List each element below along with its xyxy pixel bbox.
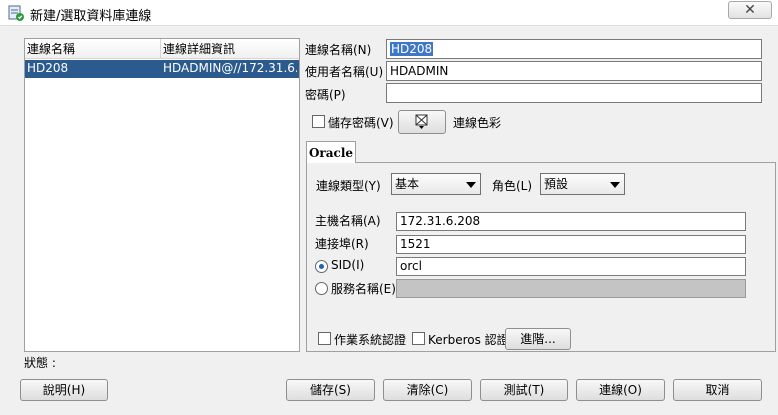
- cancel-button[interactable]: 取消: [673, 379, 762, 401]
- kerberos-checkbox[interactable]: [412, 332, 425, 345]
- host-label: 主機名稱(A): [315, 214, 381, 228]
- list-item[interactable]: HD208 HDADMIN@//172.31.6.2...: [25, 60, 299, 78]
- port-label: 連接埠(R): [315, 237, 369, 251]
- advanced-button[interactable]: 進階...: [505, 328, 571, 350]
- user-label: 使用者名稱(U): [305, 65, 384, 79]
- status-label: 狀態 :: [24, 356, 56, 370]
- test-button[interactable]: 測試(T): [480, 379, 568, 401]
- conn-name-field[interactable]: HD208: [386, 39, 762, 59]
- role-label: 角色(L): [492, 179, 533, 193]
- save-password-label: 儲存密碼(V): [328, 116, 394, 130]
- conn-type-label: 連線類型(Y): [316, 179, 381, 193]
- dropdown-arrow-icon: [610, 182, 620, 188]
- os-auth-label: 作業系統認證: [334, 333, 407, 347]
- conn-color-label: 連線色彩: [453, 116, 502, 130]
- os-auth-checkbox[interactable]: [318, 332, 331, 345]
- host-field[interactable]: 172.31.6.208: [396, 212, 746, 231]
- database-app-icon: [8, 5, 24, 21]
- conn-type-dropdown[interactable]: 基本: [391, 173, 481, 195]
- sid-radio[interactable]: [315, 260, 328, 273]
- tab-oracle[interactable]: Oracle: [306, 141, 356, 163]
- conn-name-value: HD208: [390, 42, 434, 56]
- kerberos-label: Kerberos 認證: [428, 333, 509, 347]
- dropdown-arrow-icon: [466, 182, 476, 188]
- close-icon: ✕: [744, 2, 756, 18]
- conn-name-label: 連線名稱(N): [305, 43, 372, 57]
- window-title: 新建/選取資料庫連線: [30, 9, 152, 24]
- list-item-name: HD208: [27, 61, 69, 75]
- column-header-name[interactable]: 連線名稱: [25, 39, 161, 59]
- password-label: 密碼(P): [305, 88, 346, 102]
- role-value: 預設: [544, 177, 569, 191]
- connect-button[interactable]: 連線(O): [576, 379, 665, 401]
- list-item-details: HDADMIN@//172.31.6.2...: [163, 61, 297, 75]
- port-field[interactable]: 1521: [396, 235, 746, 254]
- service-name-field: [396, 279, 746, 298]
- color-picker-button[interactable]: [398, 110, 446, 134]
- save-button[interactable]: 儲存(S): [286, 379, 375, 401]
- close-button[interactable]: ✕: [728, 1, 772, 19]
- conn-type-value: 基本: [395, 177, 420, 191]
- sid-field[interactable]: orcl: [396, 257, 746, 276]
- clear-button[interactable]: 清除(C): [383, 379, 472, 401]
- sid-label: SID(I): [331, 258, 365, 272]
- user-field[interactable]: HDADMIN: [386, 61, 762, 81]
- service-name-radio[interactable]: [315, 282, 328, 295]
- save-password-checkbox[interactable]: [312, 115, 325, 128]
- role-dropdown[interactable]: 預設: [540, 173, 625, 195]
- service-name-label: 服務名稱(E): [331, 282, 396, 296]
- connection-list[interactable]: [24, 38, 300, 352]
- password-field[interactable]: [386, 83, 762, 103]
- column-header-details[interactable]: 連線詳細資訊: [161, 39, 299, 59]
- help-button[interactable]: 說明(H): [20, 379, 108, 401]
- color-picker-icon: [412, 114, 432, 133]
